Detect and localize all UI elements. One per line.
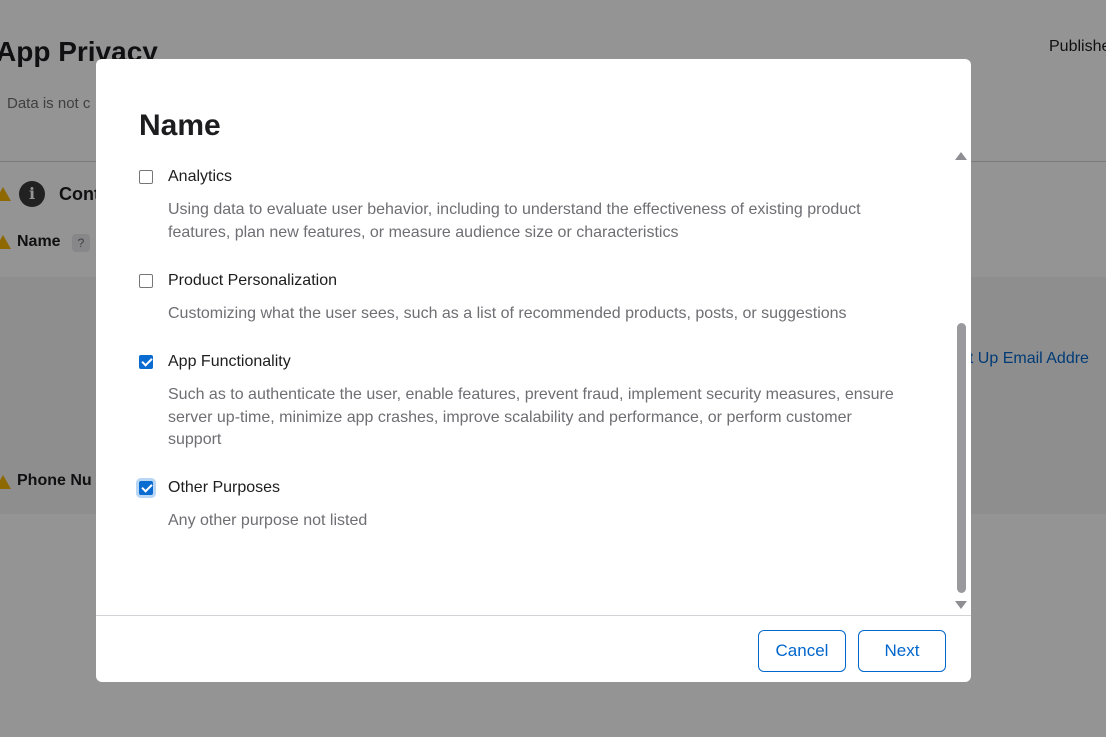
option-description: Customizing what the user sees, such as …: [168, 305, 847, 322]
scrollbar-thumb[interactable]: [957, 323, 966, 593]
option-label: Other Purposes: [168, 479, 281, 496]
other-purposes-checkbox[interactable]: [139, 481, 153, 495]
dialog-title: Name: [139, 109, 221, 142]
option-description: Such as to authenticate the user, enable…: [168, 386, 894, 448]
scrollbar[interactable]: [954, 149, 968, 609]
option-label: Analytics: [168, 168, 233, 185]
scroll-down-arrow-icon[interactable]: [955, 601, 967, 609]
app-functionality-checkbox[interactable]: [139, 355, 153, 369]
purpose-dialog: Name Analytics Using data to evaluate us…: [96, 59, 971, 682]
dialog-footer: Cancel Next: [96, 615, 971, 682]
option-label: Product Personalization: [168, 272, 337, 289]
option-description: Any other purpose not listed: [168, 512, 368, 529]
analytics-checkbox[interactable]: [139, 170, 153, 184]
next-button[interactable]: Next: [858, 630, 946, 672]
scroll-up-arrow-icon[interactable]: [955, 152, 967, 160]
cancel-button[interactable]: Cancel: [758, 630, 846, 672]
option-label: App Functionality: [168, 353, 291, 370]
product-personalization-checkbox[interactable]: [139, 274, 153, 288]
option-description: Using data to evaluate user behavior, in…: [168, 201, 861, 241]
